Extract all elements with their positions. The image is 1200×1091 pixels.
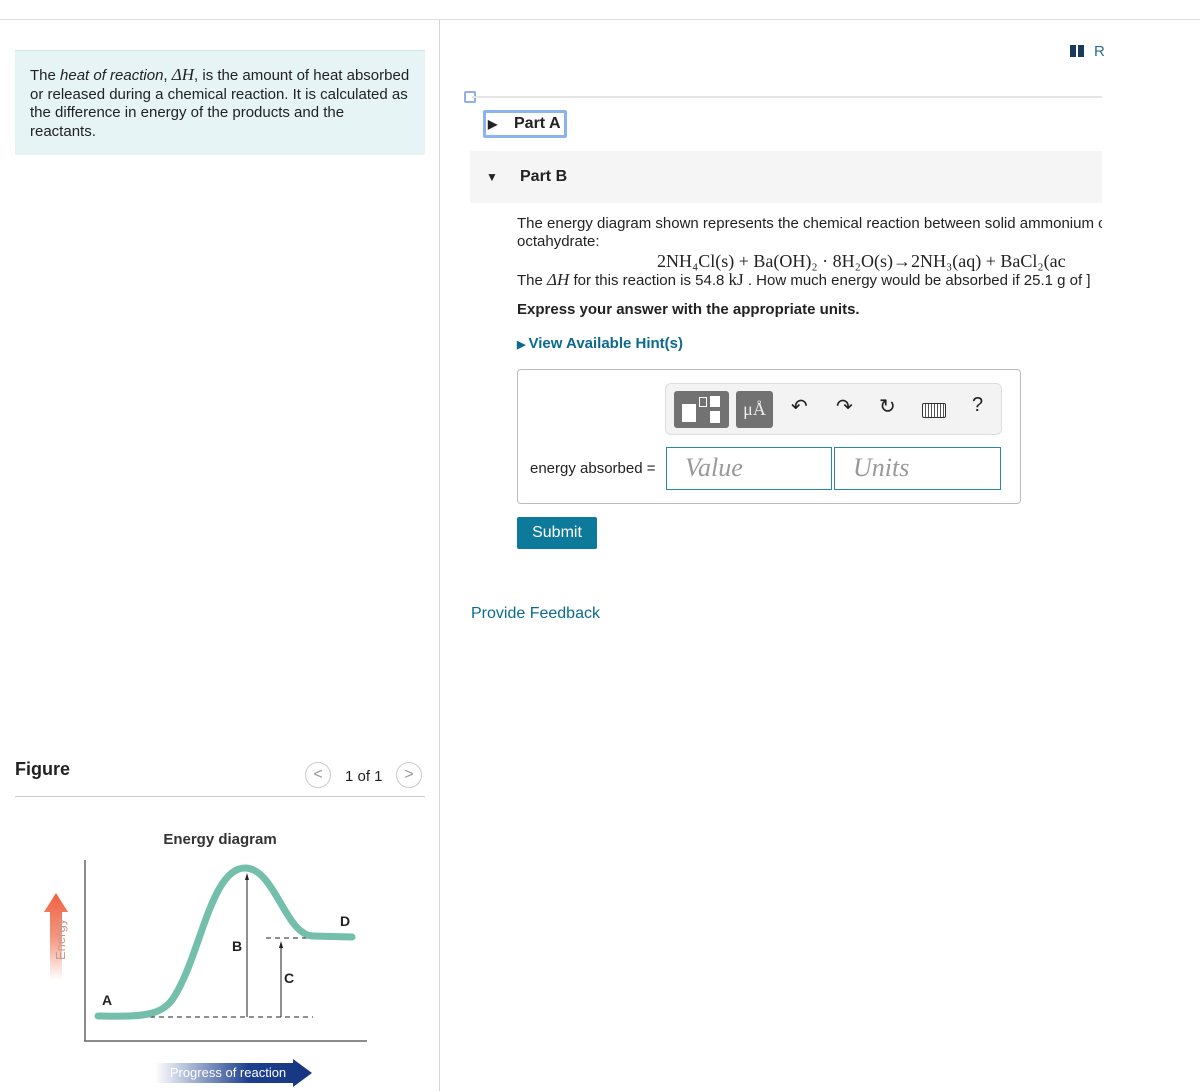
units-button[interactable]: μÅ <box>736 391 773 428</box>
instruction: Express your answer with the appropriate… <box>517 301 860 318</box>
value-input[interactable]: Value <box>666 447 832 490</box>
redo-icon[interactable]: ↷ <box>836 394 853 419</box>
submit-button[interactable]: Submit <box>517 517 597 549</box>
hint-label: View Available Hint(s) <box>528 335 684 352</box>
part-b-toggle[interactable]: ▼ Part B <box>470 151 1102 203</box>
energy-diagram: Energy diagram Energy A B C D Progress o… <box>44 831 367 1087</box>
caret-right-icon: ▶ <box>488 117 498 131</box>
delta-h-text: The ΔH for this reaction is 54.8 kJ . Ho… <box>517 270 1102 290</box>
energy-curve <box>94 864 356 1020</box>
math-toolbar: μÅ ↶ ↷ ↻ ? <box>665 383 1002 435</box>
help-button[interactable]: ? <box>972 394 983 417</box>
question-line: The energy diagram shown represents the … <box>517 215 1102 232</box>
question-text: The energy diagram shown represents the … <box>517 215 1102 251</box>
reaction-equation: 2NH₄Cl(s) + Ba(OH)₂ · 8H₂O(s)→2NH₃(aq) +… <box>657 251 1066 271</box>
delta-h-symbol: ΔH <box>547 270 570 289</box>
label-d: D <box>340 913 350 929</box>
text: . How much energy would be absorbed if 2… <box>743 272 1091 289</box>
section-divider <box>472 96 1102 98</box>
question-line: octahydrate: <box>517 233 600 250</box>
label-b: B <box>232 938 242 954</box>
part-a-toggle[interactable]: ▶ Part A <box>483 110 567 138</box>
unit: kJ <box>728 270 744 289</box>
keyboard-icon[interactable] <box>922 403 946 418</box>
provide-feedback-link[interactable]: Provide Feedback <box>471 605 600 623</box>
answer-label: energy absorbed = <box>530 460 656 477</box>
resource-link[interactable]: R <box>1094 43 1105 60</box>
reset-icon[interactable]: ↻ <box>879 394 896 419</box>
view-hints-link[interactable]: ▶ View Available Hint(s) <box>517 335 683 352</box>
part-b-label: Part B <box>520 168 568 185</box>
templates-button[interactable] <box>674 391 729 428</box>
undo-icon[interactable]: ↶ <box>791 394 808 419</box>
book-icon[interactable] <box>1070 45 1085 57</box>
text: for this reaction is 54.8 <box>569 272 729 289</box>
arrow-b-head <box>245 873 249 880</box>
units-input[interactable]: Units <box>834 447 1001 490</box>
caret-down-icon: ▼ <box>486 170 498 184</box>
y-axis-label: Energy <box>53 918 68 960</box>
caret-right-icon: ▶ <box>517 339 529 351</box>
label-a: A <box>102 992 112 1008</box>
arrow-c-head <box>279 941 283 948</box>
x-axis-label: Progress of reaction <box>170 1065 286 1080</box>
diagram-title: Energy diagram <box>163 831 276 848</box>
label-c: C <box>284 970 294 986</box>
text: The <box>517 272 548 289</box>
part-a-label: Part A <box>514 115 561 132</box>
